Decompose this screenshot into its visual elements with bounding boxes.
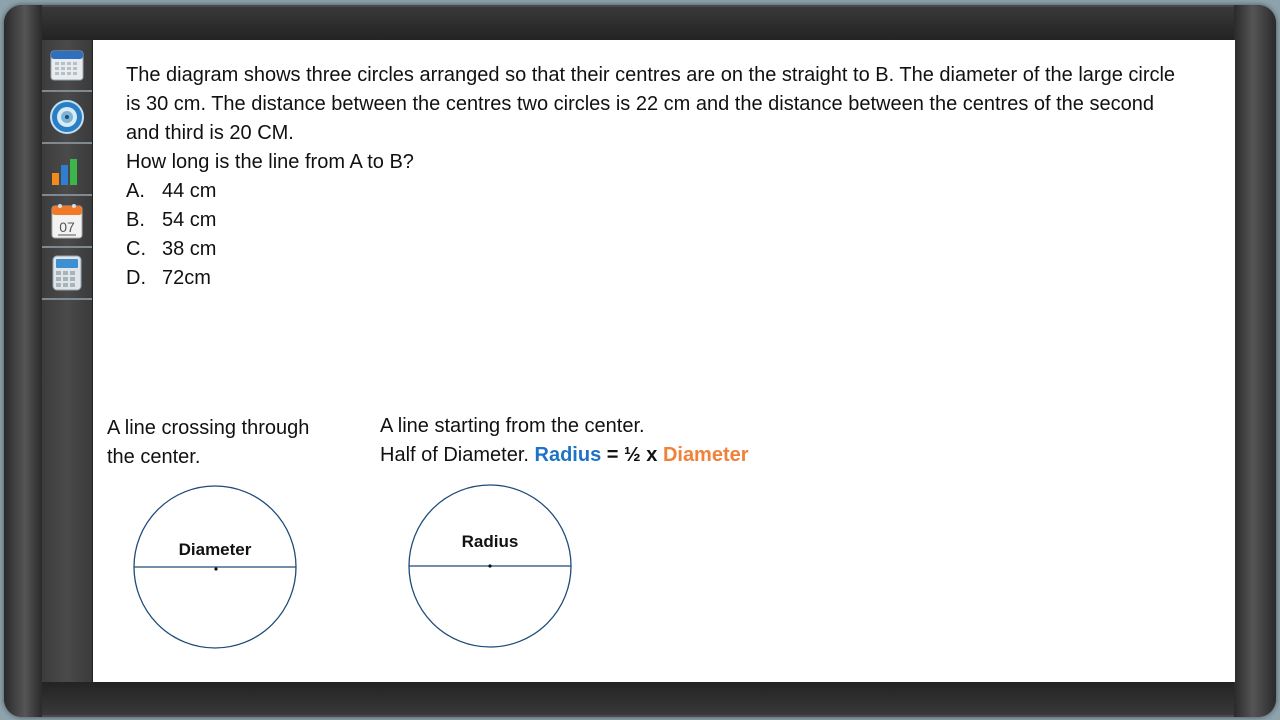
- question-paragraph: The diagram shows three circles arranged…: [126, 64, 1176, 144]
- calculator-icon: [52, 255, 82, 291]
- radius-label: Radius: [462, 532, 519, 551]
- timer-icon: [50, 100, 84, 134]
- diameter-caption-line1: A line crossing through: [107, 417, 310, 439]
- answer-options: A. 44 cm B. 54 cm C. 38 cm D. 72cm: [126, 177, 1186, 293]
- diameter-caption: A line crossing through the center.: [107, 414, 309, 472]
- option-text: 38 cm: [162, 238, 217, 260]
- calendar-date-label: 07: [59, 219, 75, 235]
- bar-chart-button[interactable]: [42, 144, 92, 196]
- calendar-date-button[interactable]: 07: [42, 196, 92, 248]
- center-dot: [488, 564, 492, 568]
- option-text: 44 cm: [162, 180, 217, 202]
- question-prompt: How long is the line from A to B?: [126, 151, 414, 173]
- formula-middle: = ½ x: [606, 444, 658, 466]
- calendar-date-icon: 07: [51, 204, 83, 239]
- option-a[interactable]: A. 44 cm: [126, 177, 1186, 206]
- frame-left-edge: [4, 5, 42, 717]
- timer-button[interactable]: [42, 92, 92, 144]
- calendar-grid-button[interactable]: [42, 40, 92, 92]
- option-letter: A.: [126, 180, 145, 202]
- radius-caption-line1: A line starting from the center.: [380, 415, 645, 437]
- diameter-label: Diameter: [179, 540, 252, 559]
- formula-radius: Radius: [534, 444, 602, 466]
- calculator-button[interactable]: [42, 248, 92, 300]
- option-text: 54 cm: [162, 209, 217, 231]
- radius-caption-line2: Half of Diameter.: [380, 444, 529, 466]
- option-letter: D.: [126, 267, 146, 289]
- diameter-circle-diagram: Diameter: [133, 485, 297, 649]
- diameter-caption-line2: the center.: [107, 446, 201, 468]
- radius-caption-line2-row: Half of Diameter. Radius = ½ x Diameter: [380, 441, 749, 470]
- formula-diameter: Diameter: [662, 444, 749, 466]
- whiteboard-canvas[interactable]: The diagram shows three circles arranged…: [93, 40, 1235, 682]
- option-text: 72cm: [162, 267, 211, 289]
- radius-caption: A line starting from the center. Half of…: [380, 412, 749, 470]
- question-block: The diagram shows three circles arranged…: [126, 61, 1186, 293]
- option-d[interactable]: D. 72cm: [126, 264, 1186, 293]
- calendar-grid-icon: [50, 50, 84, 81]
- tool-sidebar: 07: [42, 40, 93, 682]
- option-c[interactable]: C. 38 cm: [126, 235, 1186, 264]
- option-b[interactable]: B. 54 cm: [126, 206, 1186, 235]
- option-letter: C.: [126, 238, 146, 260]
- radius-circle-diagram: Radius: [408, 484, 572, 648]
- bar-chart-icon: [52, 159, 77, 185]
- radius-formula: Radius = ½ x Diameter: [535, 444, 749, 466]
- center-dot: [214, 567, 218, 571]
- option-letter: B.: [126, 209, 145, 231]
- frame-right-edge: [1234, 5, 1276, 717]
